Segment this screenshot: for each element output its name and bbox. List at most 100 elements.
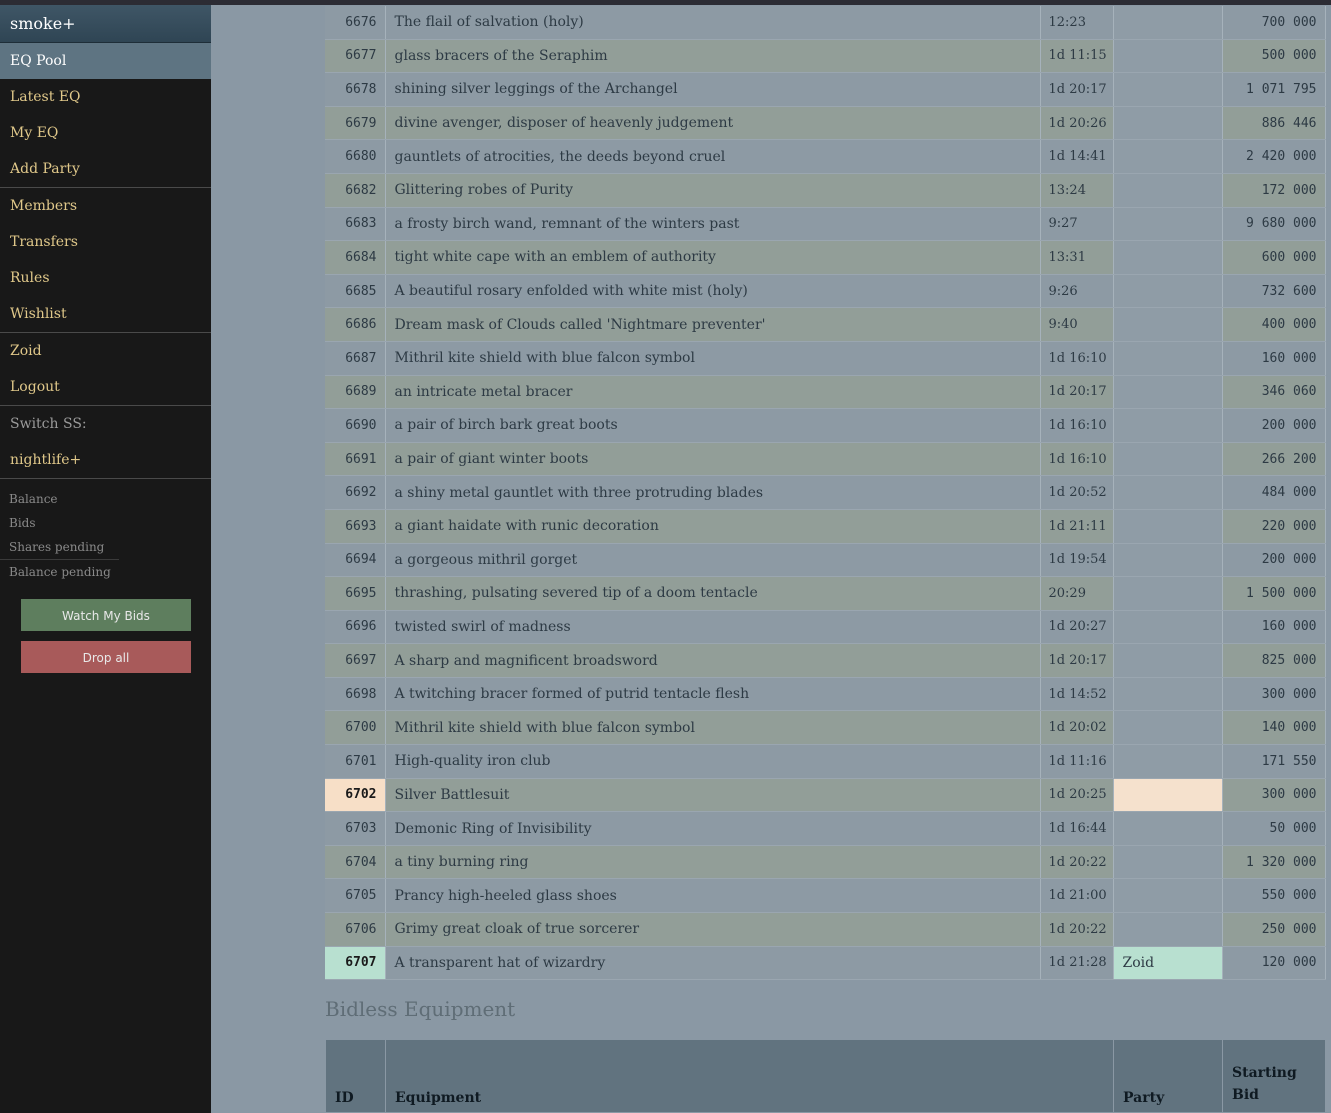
equipment-name[interactable]: Glittering robes of Purity [385, 173, 1041, 208]
table-row[interactable]: 6678 shining silver leggings of the Archa… [325, 72, 1326, 107]
equipment-name[interactable]: Mithril kite shield with blue falcon sym… [385, 710, 1041, 746]
table-row[interactable]: 6696 twisted swirl of madness 1d 20:27 160 … [325, 610, 1326, 645]
item-id[interactable]: 6679 [325, 106, 386, 141]
item-id[interactable]: 6693 [325, 509, 386, 544]
equipment-name[interactable]: a pair of birch bark great boots [385, 408, 1041, 443]
item-id[interactable]: 6676 [325, 6, 386, 40]
sidebar-item-members[interactable]: Members [0, 188, 211, 224]
equipment-name[interactable]: a tiny burning ring [385, 845, 1041, 880]
table-row[interactable]: 6704 a tiny burning ring 1d 20:22 1 320 000 [325, 845, 1326, 880]
sidebar-item-wishlist[interactable]: Wishlist [0, 296, 211, 332]
equipment-name[interactable]: A sharp and magnificent broadsword [385, 643, 1041, 678]
item-id[interactable]: 6680 [325, 139, 386, 174]
item-id[interactable]: 6682 [325, 173, 386, 208]
table-row[interactable]: 6693 a giant haidate with runic decoratio… [325, 509, 1326, 544]
equipment-name[interactable]: twisted swirl of madness [385, 610, 1041, 645]
equipment-name[interactable]: a shiny metal gauntlet with three protru… [385, 475, 1041, 510]
watch-my-bids-button[interactable]: Watch My Bids [21, 599, 191, 631]
table-row[interactable]: 6703 Demonic Ring of Invisibility 1d 16:44… [325, 811, 1326, 846]
sidebar-item-user-zoid[interactable]: Zoid [0, 333, 211, 369]
equipment-name[interactable]: Grimy great cloak of true sorcerer [385, 912, 1041, 947]
table-row[interactable]: 6700 Mithril kite shield with blue falcon… [325, 710, 1326, 746]
item-id[interactable]: 6689 [325, 375, 386, 410]
item-id[interactable]: 6685 [325, 274, 386, 309]
table-row[interactable]: 6698 A twitching bracer formed of putrid … [325, 677, 1326, 712]
table-row[interactable]: 6680 gauntlets of atrocities, the deeds b… [325, 139, 1326, 174]
sidebar-item-latest-eq[interactable]: Latest EQ [0, 79, 211, 115]
equipment-name[interactable]: The flail of salvation (holy) [385, 6, 1041, 40]
equipment-name[interactable]: glass bracers of the Seraphim [385, 39, 1041, 74]
table-row[interactable]: 6690 a pair of birch bark great boots 1d 1… [325, 408, 1326, 443]
sidebar-item-eq-pool[interactable]: EQ Pool [0, 43, 211, 79]
sidebar-item-my-eq[interactable]: My EQ [0, 115, 211, 151]
item-id[interactable]: 6684 [325, 240, 386, 275]
table-row[interactable]: 6676 The flail of salvation (holy) 12:23 70… [325, 6, 1326, 40]
item-id[interactable]: 6691 [325, 442, 386, 477]
table-row[interactable]: 6685 A beautiful rosary enfolded with whi… [325, 274, 1326, 309]
equipment-name[interactable]: A beautiful rosary enfolded with white m… [385, 274, 1041, 309]
equipment-name[interactable]: Demonic Ring of Invisibility [385, 811, 1041, 846]
equipment-name[interactable]: Silver Battlesuit [385, 778, 1041, 813]
equipment-name[interactable]: divine avenger, disposer of heavenly jud… [385, 106, 1041, 141]
item-id[interactable]: 6694 [325, 543, 386, 578]
table-row[interactable]: 6689 an intricate metal bracer 1d 20:17 346… [325, 375, 1326, 410]
table-row[interactable]: 6701 High-quality iron club 1d 11:16 171 55… [325, 744, 1326, 779]
equipment-name[interactable]: A twitching bracer formed of putrid tent… [385, 677, 1041, 712]
equipment-name[interactable]: an intricate metal bracer [385, 375, 1041, 410]
item-id[interactable]: 6701 [325, 744, 386, 779]
item-id[interactable]: 6683 [325, 207, 386, 242]
table-row[interactable]: 6692 a shiny metal gauntlet with three pr… [325, 475, 1326, 510]
equipment-name[interactable]: a gorgeous mithril gorget [385, 543, 1041, 578]
item-id[interactable]: 6687 [325, 341, 386, 376]
item-id[interactable]: 6702 [325, 778, 386, 813]
table-row[interactable]: 6707 A transparent hat of wizardry 1d 21:2… [325, 946, 1326, 981]
item-id[interactable]: 6703 [325, 811, 386, 846]
table-row[interactable]: 6706 Grimy great cloak of true sorcerer 1d… [325, 912, 1326, 947]
column-header-starting-bid[interactable]: Starting Bid [1222, 1039, 1326, 1113]
item-id[interactable]: 6704 [325, 845, 386, 880]
item-id[interactable]: 6700 [325, 710, 386, 746]
item-id[interactable]: 6697 [325, 643, 386, 678]
item-id[interactable]: 6696 [325, 610, 386, 645]
table-row[interactable]: 6695 thrashing, pulsating severed tip of … [325, 576, 1326, 611]
equipment-name[interactable]: shining silver leggings of the Archangel [385, 72, 1041, 107]
table-row[interactable]: 6687 Mithril kite shield with blue falcon… [325, 341, 1326, 376]
item-id[interactable]: 6706 [325, 912, 386, 947]
item-id[interactable]: 6698 [325, 677, 386, 712]
drop-all-button[interactable]: Drop all [21, 641, 191, 673]
item-id[interactable]: 6705 [325, 878, 386, 914]
equipment-name[interactable]: a frosty birch wand, remnant of the wint… [385, 207, 1041, 242]
equipment-name[interactable]: High-quality iron club [385, 744, 1041, 779]
item-id[interactable]: 6690 [325, 408, 386, 443]
equipment-name[interactable]: thrashing, pulsating severed tip of a do… [385, 576, 1041, 611]
table-row[interactable]: 6697 A sharp and magnificent broadsword 1d… [325, 643, 1326, 678]
brand-title[interactable]: smoke+ [0, 5, 211, 43]
table-row[interactable]: 6705 Prancy high-heeled glass shoes 1d 21:… [325, 878, 1326, 914]
table-row[interactable]: 6682 Glittering robes of Purity 13:24 172 0… [325, 173, 1326, 208]
table-row[interactable]: 6691 a pair of giant winter boots 1d 16:10… [325, 442, 1326, 477]
table-row[interactable]: 6686 Dream mask of Clouds called 'Nightma… [325, 307, 1326, 342]
sidebar-item-rules[interactable]: Rules [0, 260, 211, 296]
item-id[interactable]: 6678 [325, 72, 386, 107]
table-row[interactable]: 6679 divine avenger, disposer of heavenly… [325, 106, 1326, 141]
equipment-name[interactable]: Dream mask of Clouds called 'Nightmare p… [385, 307, 1041, 342]
switch-ss-nightlife[interactable]: nightlife+ [0, 442, 211, 478]
table-row[interactable]: 6684 tight white cape with an emblem of a… [325, 240, 1326, 275]
table-row[interactable]: 6702 Silver Battlesuit 1d 20:25 300 000 [325, 778, 1326, 813]
equipment-name[interactable]: gauntlets of atrocities, the deeds beyon… [385, 139, 1041, 174]
column-header-id[interactable]: ID [325, 1039, 386, 1113]
column-header-equipment[interactable]: Equipment [385, 1039, 1114, 1113]
equipment-name[interactable]: A transparent hat of wizardry [385, 946, 1041, 981]
item-id[interactable]: 6692 [325, 475, 386, 510]
equipment-name[interactable]: a pair of giant winter boots [385, 442, 1041, 477]
equipment-name[interactable]: Prancy high-heeled glass shoes [385, 878, 1041, 914]
equipment-name[interactable]: tight white cape with an emblem of autho… [385, 240, 1041, 275]
table-row[interactable]: 6694 a gorgeous mithril gorget 1d 19:54 200… [325, 543, 1326, 578]
item-id[interactable]: 6707 [325, 946, 386, 981]
equipment-name[interactable]: a giant haidate with runic decoration [385, 509, 1041, 544]
table-row[interactable]: 6683 a frosty birch wand, remnant of the … [325, 207, 1326, 242]
item-id[interactable]: 6695 [325, 576, 386, 611]
item-id[interactable]: 6677 [325, 39, 386, 74]
equipment-name[interactable]: Mithril kite shield with blue falcon sym… [385, 341, 1041, 376]
sidebar-item-transfers[interactable]: Transfers [0, 224, 211, 260]
